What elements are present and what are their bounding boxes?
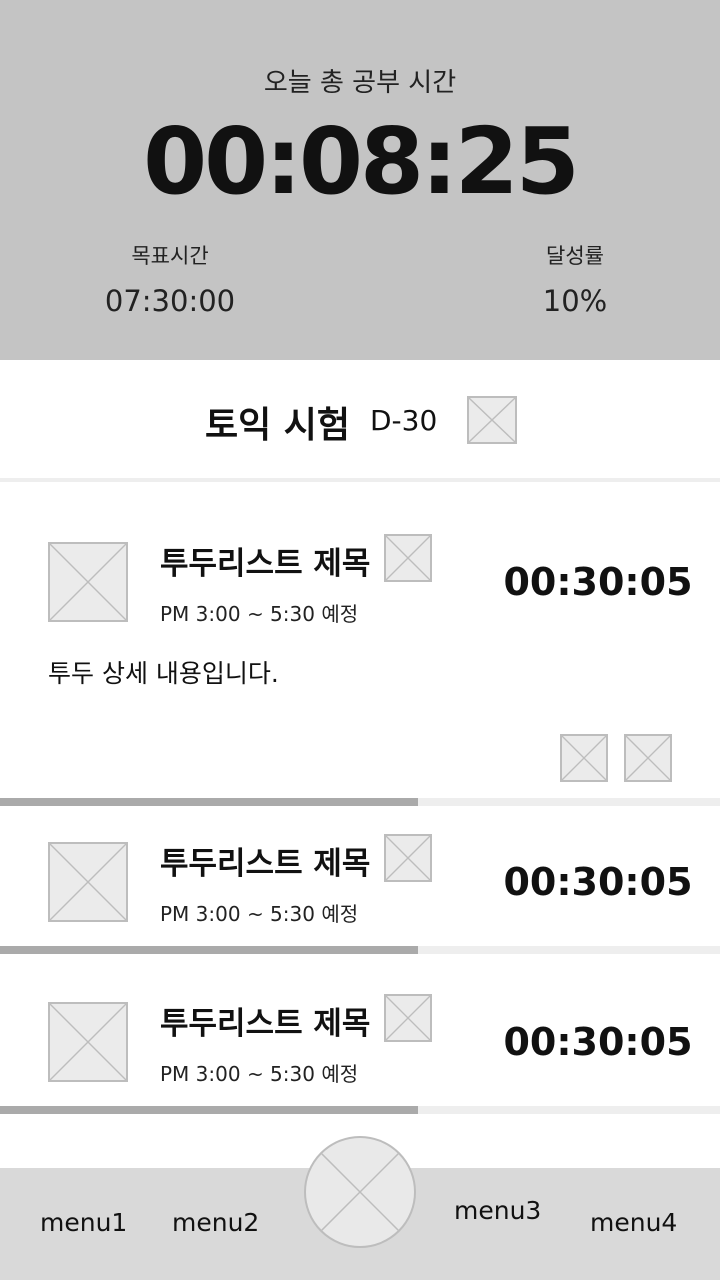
todo-action-icon[interactable] (560, 734, 608, 782)
todo-timer[interactable]: 00:30:05 (490, 560, 706, 604)
todo-thumbnail-icon[interactable] (48, 842, 128, 922)
todo-title-edit-icon[interactable] (384, 994, 432, 1042)
todo-progress-fill (0, 1106, 418, 1114)
todo-item[interactable]: 투두리스트 제목 PM 3:00 ~ 5:30 예정 00:30:05 (0, 806, 720, 946)
todo-thumbnail-icon[interactable] (48, 1002, 128, 1082)
todo-progress-fill (0, 798, 418, 806)
todo-progress-bar (0, 798, 720, 806)
goal-time-stat: 목표시간 07:30:00 (90, 240, 250, 318)
goal-time-label: 목표시간 (131, 244, 209, 268)
todo-item[interactable]: 투두리스트 제목 PM 3:00 ~ 5:30 예정 00:30:05 투두 상… (0, 486, 720, 798)
todo-progress-fill (0, 946, 418, 954)
exam-edit-icon[interactable] (467, 396, 517, 444)
achievement-rate-stat: 달성률 10% (505, 240, 645, 318)
summary-header: 오늘 총 공부 시간 00:08:25 목표시간 07:30:00 달성률 10… (0, 0, 720, 360)
todo-title: 투두리스트 제목 (160, 846, 371, 882)
total-study-time: 00:08:25 (143, 108, 580, 215)
nav-menu2[interactable]: menu2 (172, 1208, 259, 1237)
nav-menu1[interactable]: menu1 (40, 1208, 127, 1237)
center-action-button[interactable] (304, 1136, 416, 1248)
todo-timer[interactable]: 00:30:05 (490, 860, 706, 904)
todo-thumbnail-icon[interactable] (48, 542, 128, 622)
nav-menu4[interactable]: menu4 (590, 1208, 677, 1237)
goal-time-value: 07:30:00 (104, 284, 236, 318)
todo-action-icon[interactable] (624, 734, 672, 782)
todo-title-edit-icon[interactable] (384, 534, 432, 582)
todo-title: 투두리스트 제목 (160, 546, 371, 582)
todo-schedule: PM 3:00 ~ 5:30 예정 (160, 1062, 359, 1086)
todo-progress-bar (0, 946, 720, 954)
todo-schedule: PM 3:00 ~ 5:30 예정 (160, 902, 359, 926)
todo-item[interactable]: 투두리스트 제목 PM 3:00 ~ 5:30 예정 00:30:05 (0, 954, 720, 1106)
todo-detail: 투두 상세 내용입니다. (48, 659, 279, 688)
exam-title: 토익 시험 (205, 405, 351, 446)
todo-schedule: PM 3:00 ~ 5:30 예정 (160, 602, 359, 626)
todo-progress-bar (0, 1106, 720, 1114)
nav-menu3[interactable]: menu3 (454, 1196, 541, 1225)
achievement-rate-label: 달성률 (546, 244, 604, 268)
total-study-time-label: 오늘 총 공부 시간 (263, 68, 457, 98)
exam-dday: D-30 (370, 404, 438, 437)
exam-dday-row[interactable]: 토익 시험 D-30 (0, 360, 720, 482)
achievement-rate-value: 10% (542, 284, 608, 318)
todo-title-edit-icon[interactable] (384, 834, 432, 882)
todo-timer[interactable]: 00:30:05 (490, 1020, 706, 1064)
todo-title: 투두리스트 제목 (160, 1006, 371, 1042)
